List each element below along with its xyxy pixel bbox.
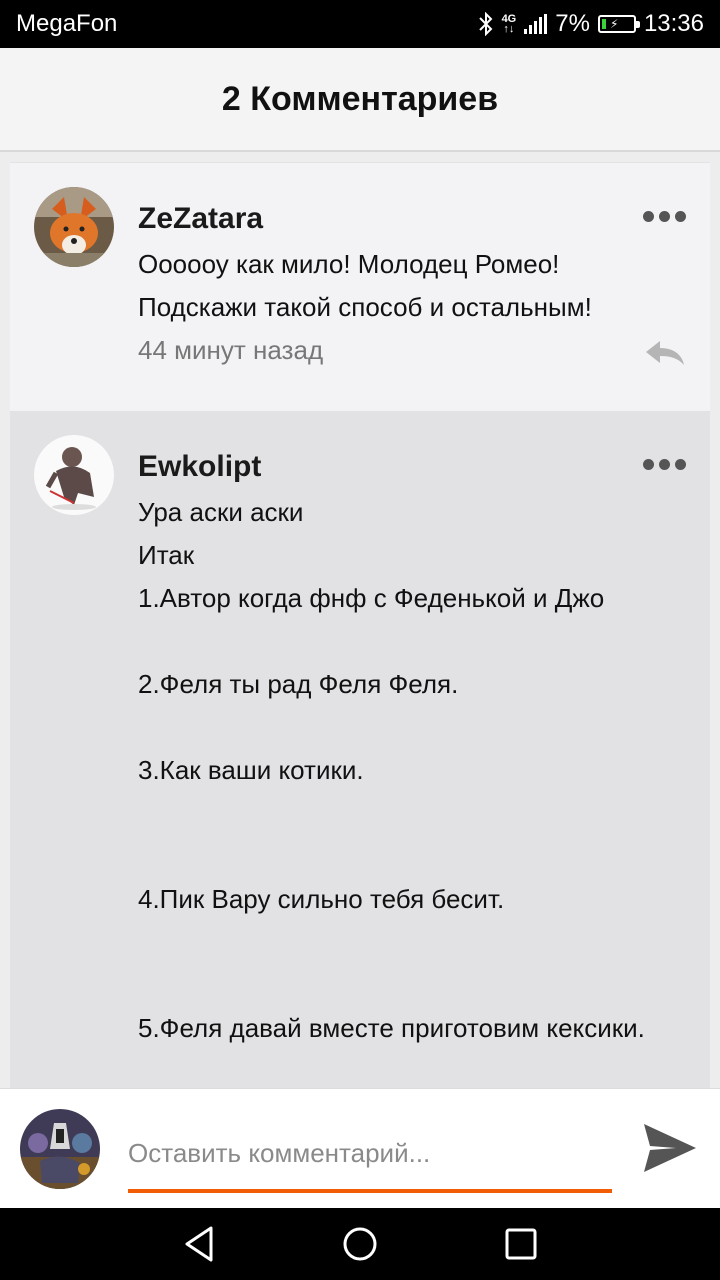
avatar[interactable] <box>34 435 114 515</box>
recent-apps-icon[interactable] <box>505 1228 537 1260</box>
page-title: 2 Комментариев <box>221 79 499 118</box>
comment-time: 44 минут назад <box>138 335 324 365</box>
comment-input-bar <box>0 1088 720 1208</box>
navigation-bar <box>0 1208 720 1280</box>
carrier-label: MegaFon <box>16 10 118 37</box>
comment-text: Оооооу как мило! Молодец Ромео! Подскажи… <box>138 249 592 322</box>
user-avatar <box>20 1109 100 1189</box>
back-icon[interactable] <box>183 1226 215 1262</box>
comment-text: Ура аски аски Итак 1.Автор когда фнф с Ф… <box>138 497 645 1043</box>
bluetooth-icon <box>478 12 492 36</box>
send-icon[interactable] <box>642 1120 698 1176</box>
status-bar: MegaFon 4G ↑↓ 7% ⚡ 13:36 <box>0 0 720 48</box>
battery-icon: ⚡ <box>597 15 640 33</box>
comment-author[interactable]: ZeZatara <box>138 201 686 237</box>
more-options-button[interactable] <box>643 459 686 470</box>
clock: 13:36 <box>643 10 704 37</box>
comment-item: Ewkolipt Ура аски аски Итак 1.Автор когд… <box>10 411 710 1090</box>
reply-icon[interactable] <box>644 339 686 367</box>
status-icons: 4G ↑↓ 7% ⚡ 13:36 <box>478 10 704 38</box>
comment-list[interactable]: ZeZatara Оооооу как мило! Молодец Ромео!… <box>10 162 710 1090</box>
home-icon[interactable] <box>342 1226 378 1262</box>
comment-input[interactable] <box>128 1127 612 1193</box>
avatar[interactable] <box>34 187 114 267</box>
more-options-button[interactable] <box>643 211 686 222</box>
comment-author[interactable]: Ewkolipt <box>138 449 686 485</box>
network-type: 4G ↑↓ <box>501 13 517 35</box>
comments-header: 2 Комментариев <box>0 48 720 152</box>
signal-icon <box>524 14 548 34</box>
comment-item: ZeZatara Оооооу как мило! Молодец Ромео!… <box>10 162 710 411</box>
battery-percent: 7% <box>555 10 590 37</box>
